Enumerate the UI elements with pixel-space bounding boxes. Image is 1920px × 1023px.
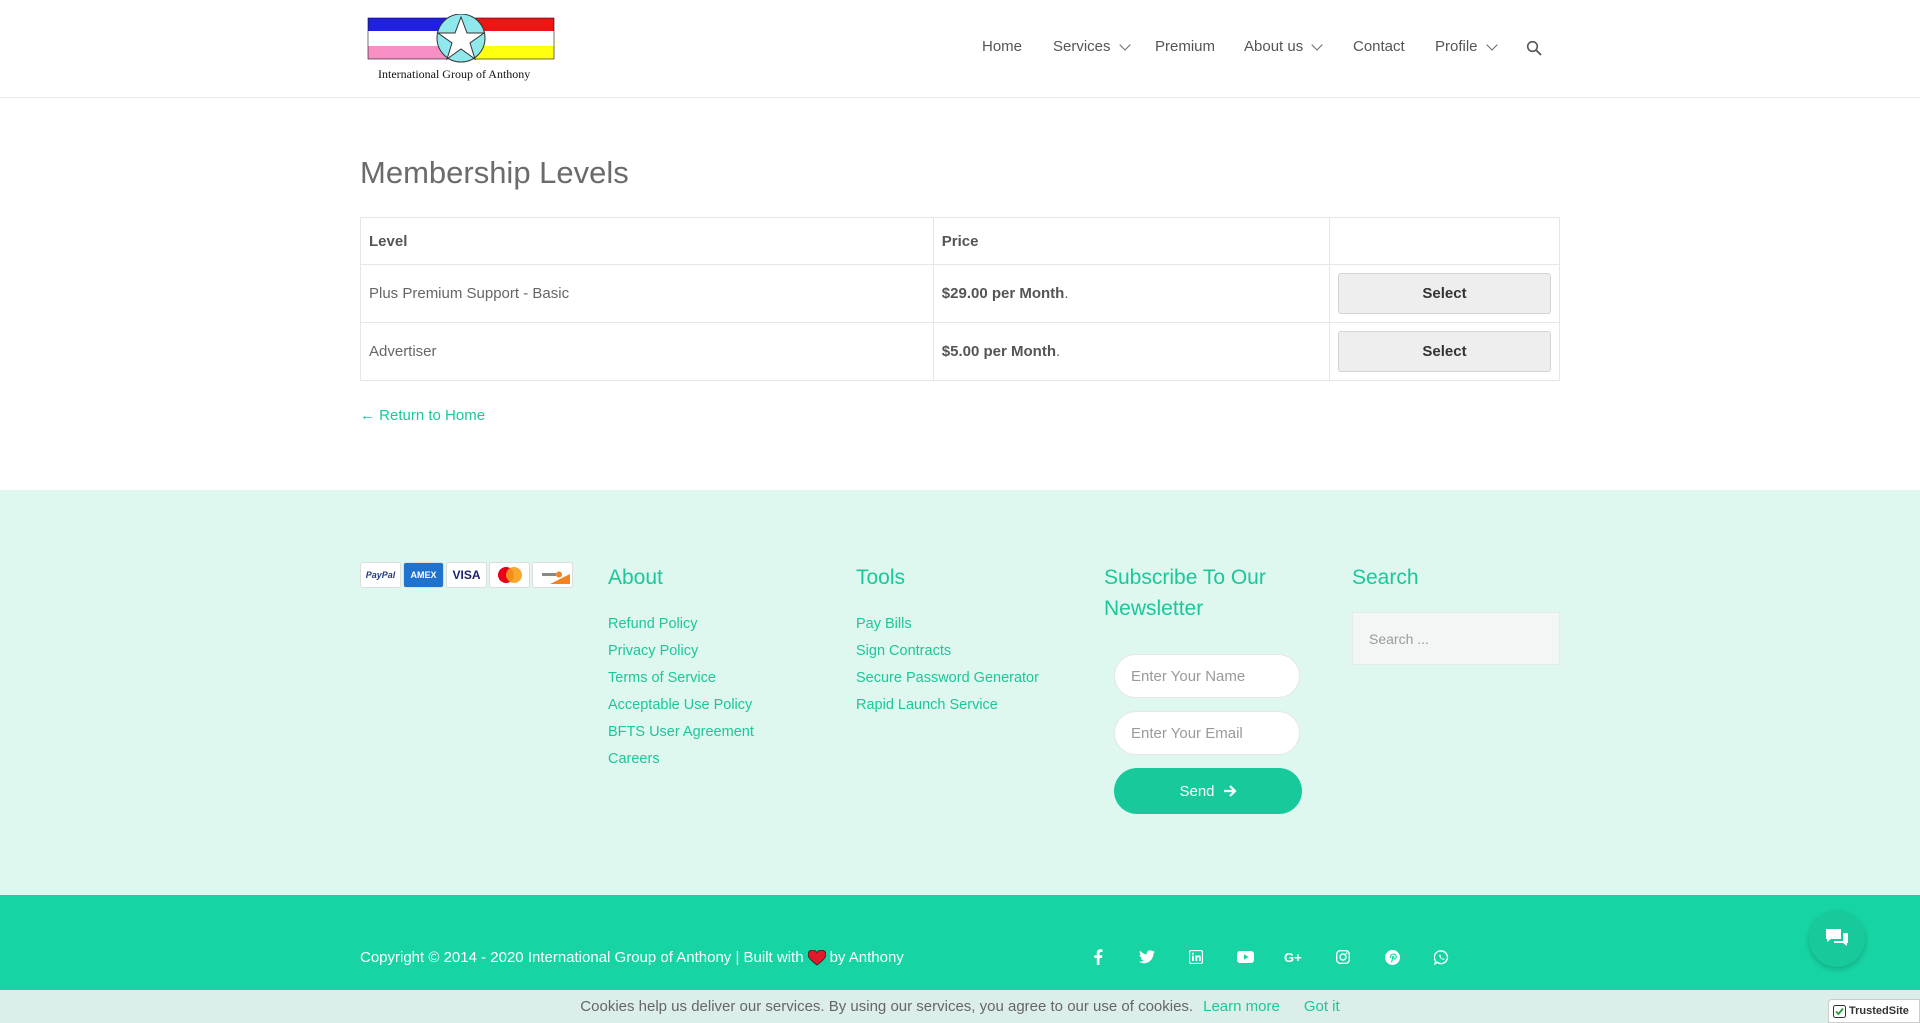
- cookie-got-it-button[interactable]: Got it: [1304, 998, 1340, 1015]
- nav-profile[interactable]: Profile: [1435, 38, 1498, 55]
- mastercard-icon: [489, 562, 530, 588]
- facebook-icon[interactable]: [1088, 947, 1108, 967]
- nav-contact[interactable]: Contact: [1353, 38, 1405, 55]
- discover-icon: [532, 562, 573, 588]
- twitter-icon[interactable]: [1137, 947, 1157, 967]
- linkedin-icon[interactable]: [1186, 947, 1206, 967]
- paypal-icon: PayPal: [360, 562, 401, 588]
- footer-link-rapid-launch[interactable]: Rapid Launch Service: [856, 692, 1039, 719]
- chat-icon: [1826, 929, 1848, 946]
- level-name: Plus Premium Support - Basic: [360, 264, 934, 323]
- footer-search-input[interactable]: [1352, 612, 1560, 665]
- tools-links: Pay Bills Sign Contracts Secure Password…: [856, 611, 1039, 719]
- pinterest-icon[interactable]: [1382, 947, 1402, 967]
- column-header-level: Level: [360, 217, 934, 265]
- level-action: Select: [1329, 264, 1560, 323]
- footer-link-acceptable-use-policy[interactable]: Acceptable Use Policy: [608, 692, 754, 719]
- nav-services[interactable]: Services: [1053, 38, 1131, 55]
- trustedsite-badge[interactable]: TrustedSite: [1828, 999, 1920, 1023]
- footer-link-terms-of-service[interactable]: Terms of Service: [608, 665, 754, 692]
- level-name: Advertiser: [360, 322, 934, 381]
- return-home-link[interactable]: ← Return to Home: [360, 407, 485, 424]
- whatsapp-icon[interactable]: [1431, 947, 1451, 967]
- tools-title: Tools: [856, 566, 906, 589]
- chevron-down-icon: [1485, 38, 1498, 51]
- footer-link-pay-bills[interactable]: Pay Bills: [856, 611, 1039, 638]
- page-title: Membership Levels: [360, 155, 629, 190]
- main-nav: Home Services Premium About us Contact P…: [0, 38, 1920, 62]
- payment-cards: PayPal AMEX VISA: [360, 562, 573, 588]
- copyright: Copyright © 2014 - 2020 International Gr…: [360, 949, 904, 966]
- footer-link-bfts-user-agreement[interactable]: BFTS User Agreement: [608, 719, 754, 746]
- cookie-message: Cookies help us deliver our services. By…: [580, 998, 1194, 1015]
- cookie-bar: Cookies help us deliver our services. By…: [0, 990, 1920, 1023]
- newsletter-name-input[interactable]: [1114, 654, 1300, 698]
- bottom-bar: Copyright © 2014 - 2020 International Gr…: [0, 895, 1920, 990]
- nav-home[interactable]: Home: [982, 38, 1022, 55]
- select-button[interactable]: Select: [1338, 331, 1551, 372]
- google-plus-icon[interactable]: G+: [1284, 947, 1304, 967]
- cookie-learn-more-link[interactable]: Learn more: [1203, 998, 1280, 1015]
- about-title: About: [608, 566, 663, 589]
- search-title: Search: [1352, 566, 1419, 589]
- newsletter-title: Subscribe To Our Newsletter: [1104, 566, 1266, 620]
- newsletter-email-input[interactable]: [1114, 711, 1300, 755]
- footer-widgets: PayPal AMEX VISA About Refund Policy Pri…: [0, 490, 1920, 895]
- chat-button[interactable]: [1809, 911, 1865, 967]
- nav-about-us[interactable]: About us: [1244, 38, 1323, 55]
- footer-link-password-generator[interactable]: Secure Password Generator: [856, 665, 1039, 692]
- nav-premium[interactable]: Premium: [1155, 38, 1215, 55]
- level-action: Select: [1329, 322, 1560, 381]
- table-row: Advertiser $5.00 per Month. Select: [360, 322, 1560, 381]
- table-header-row: Level Price: [360, 217, 1560, 265]
- amex-icon: AMEX: [403, 562, 444, 588]
- footer-link-careers[interactable]: Careers: [608, 746, 754, 773]
- check-icon: [1833, 1004, 1846, 1018]
- table-row: Plus Premium Support - Basic $29.00 per …: [360, 264, 1560, 323]
- column-header-price: Price: [932, 217, 1331, 265]
- instagram-icon[interactable]: [1333, 947, 1353, 967]
- column-header-action: [1329, 217, 1560, 265]
- logo-caption: International Group of Anthony: [378, 67, 531, 81]
- arrow-right-icon: [1223, 785, 1237, 797]
- level-price: $29.00 per Month.: [932, 264, 1331, 323]
- level-price: $5.00 per Month.: [932, 322, 1331, 381]
- svg-text:G+: G+: [1284, 950, 1302, 964]
- membership-table: Level Price Plus Premium Support - Basic…: [360, 217, 1560, 381]
- footer-link-privacy-policy[interactable]: Privacy Policy: [608, 638, 754, 665]
- youtube-icon[interactable]: [1235, 947, 1255, 967]
- visa-icon: VISA: [446, 562, 487, 588]
- heart-icon: [807, 949, 826, 965]
- newsletter-send-button[interactable]: Send: [1114, 768, 1302, 814]
- footer-link-sign-contracts[interactable]: Sign Contracts: [856, 638, 1039, 665]
- select-button[interactable]: Select: [1338, 273, 1551, 314]
- chevron-down-icon: [1118, 38, 1131, 51]
- site-header: International Group of Anthony Home Serv…: [0, 0, 1920, 98]
- search-icon[interactable]: [1526, 40, 1543, 62]
- about-links: Refund Policy Privacy Policy Terms of Se…: [608, 611, 754, 773]
- chevron-down-icon: [1311, 38, 1323, 51]
- footer-link-refund-policy[interactable]: Refund Policy: [608, 611, 754, 638]
